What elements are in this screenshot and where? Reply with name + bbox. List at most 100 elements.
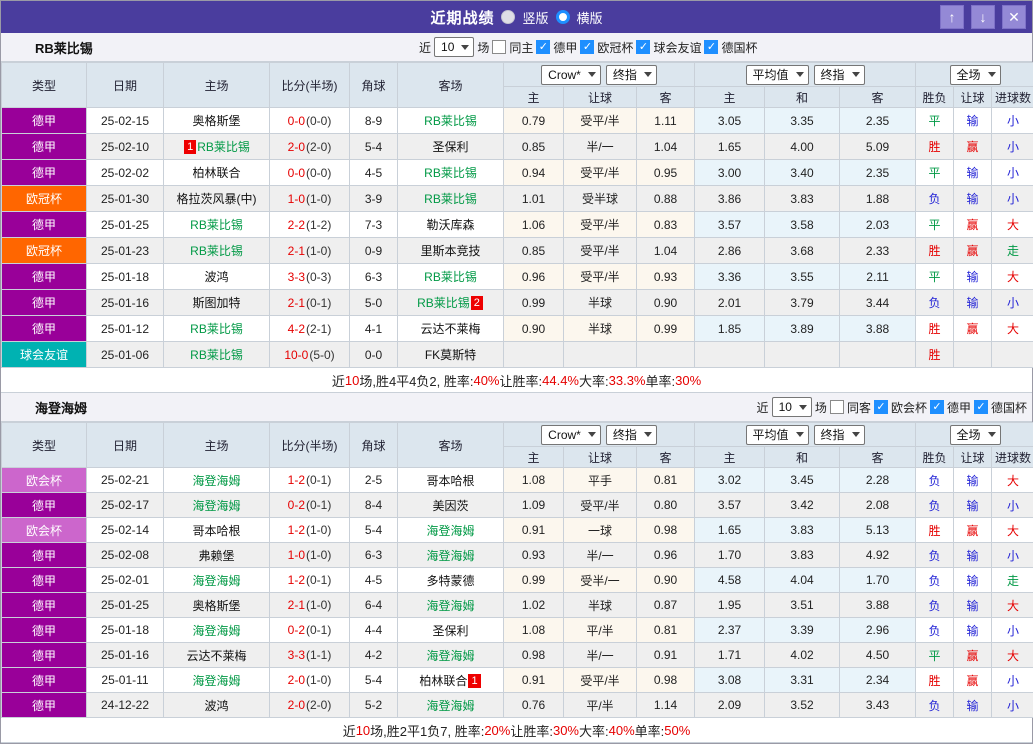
same-venue-checkbox[interactable] [830, 400, 844, 414]
halftime-score: (1-0) [306, 244, 331, 258]
result-cell: 大 [992, 593, 1033, 618]
match-count-select[interactable]: 10 [434, 37, 474, 57]
average-odds-cell: 2.35 [840, 160, 916, 186]
result-cell: 胜 [916, 238, 954, 264]
average-odds-cell: 3.45 [765, 468, 840, 493]
average-odds-cell [765, 342, 840, 368]
results-table: 类型 日期 主场 比分(半场) 角球 客场 Crow* 终指 平均值 [1, 62, 1033, 368]
team-link: 海登海姆 [426, 649, 474, 663]
handicap-odds-cell: 0.98 [504, 643, 564, 668]
league-type-cell: 德甲 [2, 108, 87, 134]
average-odds-cell: 3.08 [695, 668, 765, 693]
fulltime-score: 1-2 [288, 473, 305, 487]
league-checkbox[interactable]: ✓ [580, 40, 594, 54]
league-checkbox[interactable]: ✓ [704, 40, 718, 54]
col-handicap-result: 让球 [954, 447, 992, 468]
radio-vertical-layout[interactable] [501, 10, 515, 24]
avg-source-select[interactable]: 平均值 [746, 65, 809, 85]
score-cell: 1-0(1-0) [270, 543, 350, 568]
league-type-cell: 欧冠杯 [2, 238, 87, 264]
result-cell: 赢 [954, 518, 992, 543]
same-venue-checkbox[interactable] [492, 40, 506, 54]
home-team-cell: 柏林联合 [164, 160, 270, 186]
corner-cell: 2-5 [350, 468, 398, 493]
odds-period-select[interactable]: 终指 [606, 65, 657, 85]
fulltime-score: 2-1 [288, 598, 305, 612]
col-handicap-result: 让球 [954, 87, 992, 108]
away-team-cell: 勒沃库森 [398, 212, 504, 238]
handicap-odds-cell: 0.88 [637, 186, 695, 212]
odds-source-select[interactable]: Crow* [541, 65, 601, 85]
match-row: 德甲25-02-101RB莱比锡2-0(2-0)5-4圣保利0.85半/一1.0… [2, 134, 1033, 160]
same-venue-label: 同主 [509, 39, 533, 56]
league-type-cell: 德甲 [2, 160, 87, 186]
halftime-score: (1-0) [306, 548, 331, 562]
scope-select[interactable]: 全场 [950, 65, 1001, 85]
titlebar: 近期战绩 竖版 横版 ↑ ↓ ✕ [1, 1, 1032, 33]
average-odds-cell: 3.43 [840, 693, 916, 718]
corner-cell: 8-9 [350, 108, 398, 134]
result-cell: 输 [954, 186, 992, 212]
move-up-button[interactable]: ↑ [940, 5, 964, 29]
average-odds-cell: 2.01 [695, 290, 765, 316]
league-checkbox[interactable]: ✓ [874, 400, 888, 414]
avg-period-select[interactable]: 终指 [814, 65, 865, 85]
team-link: 海登海姆 [426, 524, 474, 538]
handicap-odds-cell: 0.99 [637, 316, 695, 342]
match-row: 欧会杯25-02-14哥本哈根1-2(1-0)5-4海登海姆0.91一球0.98… [2, 518, 1033, 543]
result-cell: 赢 [954, 212, 992, 238]
league-checkbox[interactable]: ✓ [930, 400, 944, 414]
result-cell: 小 [992, 543, 1033, 568]
away-team-cell: RB莱比锡 [398, 160, 504, 186]
away-team-cell: 里斯本竞技 [398, 238, 504, 264]
filter-suffix-label: 场 [815, 399, 827, 416]
average-odds-cell: 1.70 [840, 568, 916, 593]
radio-horizontal-label[interactable]: 横版 [577, 8, 603, 27]
result-cell: 小 [992, 134, 1033, 160]
corner-cell: 4-2 [350, 643, 398, 668]
average-odds-cell: 1.65 [695, 134, 765, 160]
team-link: 柏林联合 [419, 674, 467, 688]
summary-part: 33.3% [609, 373, 646, 388]
handicap-odds-cell: 0.93 [637, 264, 695, 290]
avg-period-select[interactable]: 终指 [814, 425, 865, 445]
result-cell: 输 [954, 693, 992, 718]
match-row: 德甲25-02-17海登海姆0-2(0-1)8-4美因茨1.09受平/半0.80… [2, 493, 1033, 518]
team-header-bar: RB莱比锡 近10场同主✓德甲✓欧冠杯✓球会友谊✓德国杯 [1, 33, 1032, 62]
odds-period-select[interactable]: 终指 [606, 425, 657, 445]
league-checkbox[interactable]: ✓ [974, 400, 988, 414]
team-link: RB莱比锡 [190, 244, 243, 258]
handicap-odds-cell: 0.85 [504, 134, 564, 160]
team-link: RB莱比锡 [424, 270, 477, 284]
league-checkbox[interactable]: ✓ [536, 40, 550, 54]
average-odds-cell [695, 342, 765, 368]
date-cell: 25-02-15 [87, 108, 164, 134]
league-checkbox[interactable]: ✓ [636, 40, 650, 54]
handicap-odds-cell: 受平/半 [564, 493, 637, 518]
odds-source-select[interactable]: Crow* [541, 425, 601, 445]
team-link: 海登海姆 [192, 474, 240, 488]
result-cell: 小 [992, 493, 1033, 518]
radio-horizontal-layout[interactable] [556, 10, 570, 24]
team-link: 多特蒙德 [426, 574, 474, 588]
away-team-cell: 哥本哈根 [398, 468, 504, 493]
match-count-select[interactable]: 10 [772, 397, 812, 417]
close-button[interactable]: ✕ [1002, 5, 1026, 29]
scope-select[interactable]: 全场 [950, 425, 1001, 445]
average-odds-cell: 2.11 [840, 264, 916, 290]
score-cell: 2-0(1-0) [270, 668, 350, 693]
team-link: RB莱比锡 [190, 218, 243, 232]
avg-group-header: 平均值 终指 [695, 423, 916, 447]
away-team-cell: RB莱比锡 [398, 264, 504, 290]
team-link: RB莱比锡 [424, 114, 477, 128]
result-cell: 输 [954, 160, 992, 186]
home-team-cell: 斯图加特 [164, 290, 270, 316]
score-cell: 0-2(0-1) [270, 493, 350, 518]
radio-vertical-label[interactable]: 竖版 [522, 8, 548, 27]
avg-source-select[interactable]: 平均值 [746, 425, 809, 445]
team-link: 海登海姆 [192, 624, 240, 638]
match-row: 球会友谊25-01-06RB莱比锡10-0(5-0)0-0FK莫斯特胜 [2, 342, 1033, 368]
fulltime-score: 2-0 [288, 698, 305, 712]
move-down-button[interactable]: ↓ [971, 5, 995, 29]
handicap-odds-cell: 0.98 [637, 518, 695, 543]
